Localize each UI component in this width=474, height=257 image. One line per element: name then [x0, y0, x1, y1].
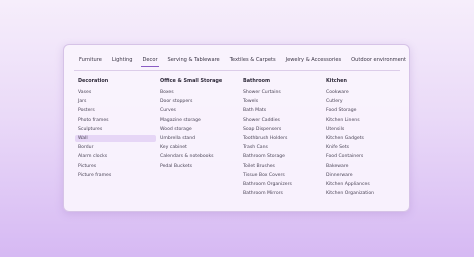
column-items: Vases Jars Posters Photo frames Sculptures Wa…	[75, 88, 158, 180]
menu-link[interactable]: Bathroom Organizers	[243, 180, 323, 189]
column-heading: Kitchen	[326, 78, 347, 84]
menu-link[interactable]: Sculptures	[78, 125, 158, 134]
menu-link[interactable]: Umbrella stand	[160, 134, 240, 143]
menu-link[interactable]: Magazine storage	[160, 116, 240, 125]
menu-link[interactable]: Tissue Box Covers	[243, 171, 323, 180]
menu-link[interactable]: Calendars & notebooks	[160, 152, 240, 161]
column-decoration: Decoration Vases Jars Posters Photo frames S…	[75, 78, 158, 180]
menu-link[interactable]: Bathroom Mirrors	[243, 189, 323, 198]
menu-link[interactable]: Wood storage	[160, 125, 240, 134]
menu-link[interactable]: Bathroom Storage	[243, 152, 323, 161]
tab-outdoor-environment[interactable]: Outdoor environment	[346, 56, 411, 69]
column-kitchen: Kitchen Cookware Cutlery Food Storage Kitch…	[326, 78, 406, 198]
tab-textiles-carpets[interactable]: Textiles & Carpets	[225, 56, 281, 69]
column-items: Boxes Door stoppers Curves Magazine storage…	[160, 88, 240, 171]
menu-link[interactable]: Vases	[78, 88, 158, 97]
menu-link[interactable]: Kitchen Linens	[326, 116, 406, 125]
menu-link[interactable]: Jars	[78, 97, 158, 106]
tab-decor[interactable]: Decor	[137, 56, 162, 69]
menu-link[interactable]: Cutlery	[326, 97, 406, 106]
menu-link[interactable]: Dinnerware	[326, 171, 406, 180]
menu-link[interactable]: Kitchen Gadgets	[326, 134, 406, 143]
mega-menu-panel: Furniture Lighting Decor Serving & Table…	[63, 44, 410, 212]
menu-link[interactable]: Bath Mats	[243, 106, 323, 115]
menu-link[interactable]: Utensils	[326, 125, 406, 134]
menu-link[interactable]: Alarm clocks	[78, 152, 158, 161]
tab-lighting[interactable]: Lighting	[107, 56, 138, 69]
menu-link[interactable]: Key cabinet	[160, 143, 240, 152]
menu-link[interactable]: Knife Sets	[326, 143, 406, 152]
menu-link[interactable]: Curves	[160, 106, 240, 115]
column-office-storage: Office & Small Storage Boxes Door stopper…	[160, 78, 240, 171]
menu-link[interactable]: Wall	[75, 134, 158, 143]
column-bathroom: Bathroom Shower Curtains Towels Bath Mats S…	[243, 78, 323, 198]
menu-link[interactable]: Shower Curtains	[243, 88, 323, 97]
tab-jewelry-accessories[interactable]: Jewelry & Accessories	[281, 56, 347, 69]
menu-link[interactable]: Door stoppers	[160, 97, 240, 106]
menu-link[interactable]: Shower Caddies	[243, 116, 323, 125]
menu-link[interactable]: Bordur	[78, 143, 158, 152]
menu-link[interactable]: Food Containers	[326, 152, 406, 161]
column-heading: Decoration	[78, 78, 109, 84]
menu-link[interactable]: Cookware	[326, 88, 406, 97]
menu-link[interactable]: Kitchen Organization	[326, 189, 406, 198]
tab-divider	[74, 70, 400, 71]
menu-link[interactable]: Photo frames	[78, 116, 158, 125]
column-heading: Bathroom	[243, 78, 271, 84]
menu-link[interactable]: Toothbrush Holders	[243, 134, 323, 143]
category-tabs: Furniture Lighting Decor Serving & Table…	[74, 56, 411, 69]
menu-link[interactable]: Posters	[78, 106, 158, 115]
menu-link[interactable]: Picture frames	[78, 171, 158, 180]
menu-link[interactable]: Trash Cans	[243, 143, 323, 152]
menu-link[interactable]: Soap Dispensers	[243, 125, 323, 134]
menu-link[interactable]: Pictures	[78, 162, 158, 171]
menu-link[interactable]: Kitchen Appliances	[326, 180, 406, 189]
menu-link[interactable]: Bakeware	[326, 162, 406, 171]
column-heading: Office & Small Storage	[160, 78, 223, 84]
menu-link[interactable]: Pedal Buckets	[160, 162, 240, 171]
menu-link[interactable]: Toilet Brushes	[243, 162, 323, 171]
tab-furniture[interactable]: Furniture	[74, 56, 107, 69]
menu-link[interactable]: Food Storage	[326, 106, 406, 115]
tab-serving-tableware[interactable]: Serving & Tableware	[163, 56, 225, 69]
column-items: Cookware Cutlery Food Storage Kitchen Linen…	[326, 88, 406, 198]
menu-link[interactable]: Boxes	[160, 88, 240, 97]
column-items: Shower Curtains Towels Bath Mats Shower Cad…	[243, 88, 323, 198]
menu-link[interactable]: Towels	[243, 97, 323, 106]
